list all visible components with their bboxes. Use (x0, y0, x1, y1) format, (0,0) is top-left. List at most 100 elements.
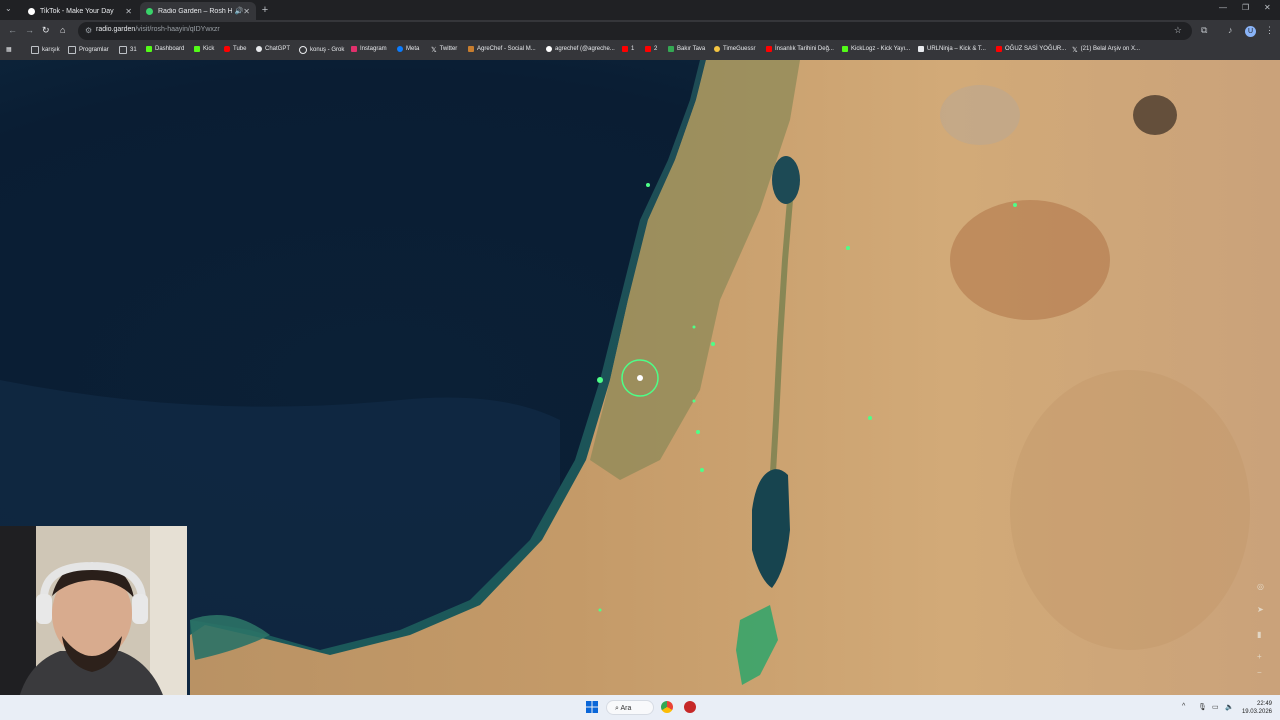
bookmark-item[interactable]: 1 (622, 46, 634, 52)
tab-tiktok[interactable]: TikTok - Make Your Day ✕ (22, 2, 138, 20)
bookmark-folder[interactable]: Programlar (68, 46, 109, 54)
bookmark-item[interactable]: Kick (194, 46, 214, 52)
bookmark-item[interactable]: AgreChef - Social M... (468, 46, 536, 52)
bookmark-item[interactable]: 2 (645, 46, 657, 52)
windows-start-icon[interactable] (586, 701, 598, 713)
app-icon[interactable] (684, 701, 696, 713)
bookmark-item[interactable]: URLNinja – Kick & T... (918, 46, 986, 52)
bookmark-item[interactable]: OĞUZ SASİ YOĞUR... (996, 46, 1066, 52)
zoom-out-icon[interactable]: − (1257, 668, 1262, 677)
favorites-icon[interactable]: ▮ (1257, 630, 1261, 639)
close-icon[interactable]: ✕ (125, 7, 132, 16)
bookmark-item[interactable]: konuş - Grok (299, 46, 344, 54)
zoom-in-icon[interactable]: + (1257, 652, 1262, 661)
kick-icon (146, 46, 152, 52)
extensions-icon[interactable]: ⧉ (1201, 25, 1207, 36)
bookmark-item[interactable]: Instagram (351, 46, 387, 52)
bookmark-folder[interactable]: 31 (119, 46, 137, 54)
avatar[interactable]: U (1245, 26, 1256, 37)
bookmark-label: 31 (130, 47, 137, 53)
volume-icon[interactable]: 🔈 (1225, 703, 1234, 711)
globe-icon[interactable]: ◎ (1257, 582, 1264, 591)
instagram-icon (351, 46, 357, 52)
audio-icon[interactable]: 🔊 (235, 7, 244, 15)
radio-garden-icon (146, 7, 153, 15)
bookmark-item[interactable]: ChatGPT (256, 46, 290, 52)
maximize-icon[interactable]: ❐ (1242, 3, 1249, 12)
radio-garden-map[interactable]: ◎ ➤ ▮ + − (0, 60, 1280, 695)
bookmark-label: 2 (654, 46, 658, 52)
reload-icon[interactable]: ↻ (42, 25, 50, 36)
bookmark-label: OĞUZ SASİ YOĞUR... (1005, 46, 1067, 52)
tab-strip: ⌄ TikTok - Make Your Day ✕ Radio Garden … (0, 0, 1280, 20)
station-dot[interactable] (700, 468, 704, 472)
tab-search-icon[interactable]: ⌄ (5, 4, 12, 13)
media-icon[interactable]: ♪ (1228, 25, 1233, 35)
station-dot[interactable] (692, 325, 696, 329)
forward-icon[interactable]: → (25, 25, 34, 35)
close-icon[interactable]: ✕ (243, 7, 250, 16)
microphone-icon[interactable]: 🎙 (1198, 703, 1207, 711)
selected-station-dot[interactable] (637, 375, 643, 381)
bookmark-item[interactable]: Bakır Tava (668, 46, 705, 52)
station-dot[interactable] (846, 246, 850, 250)
site-info-icon[interactable]: ⚙ (85, 26, 92, 35)
bookmark-label: (21) Belal Arşiv on X... (1080, 46, 1140, 52)
bookmark-label: konuş - Grok (310, 47, 345, 53)
bookmark-item[interactable]: 𝕏 (21) Belal Arşiv on X... (1072, 46, 1140, 54)
sea-of-galilee (772, 156, 800, 204)
youtube-icon (645, 46, 651, 52)
network-icon[interactable]: ▭ (1212, 703, 1219, 711)
back-icon[interactable]: ← (8, 25, 17, 35)
station-dot[interactable] (868, 416, 872, 420)
station-dot[interactable] (598, 608, 602, 612)
grok-icon (299, 46, 307, 54)
search-label: Ara (620, 705, 632, 712)
station-dot[interactable] (646, 183, 650, 187)
search-icon: ⌕ (615, 705, 619, 712)
bookmark-item[interactable]: TimeGuessr (714, 46, 755, 52)
satellite-map[interactable] (0, 60, 1280, 695)
bookmark-label: AgreChef - Social M... (477, 46, 536, 52)
bookmark-label: Tube (233, 46, 247, 52)
bookmark-item[interactable]: İnsanlık Tarihini Değ... (766, 46, 834, 52)
bookmark-label: KickLogz - Kick Yayı... (851, 46, 911, 52)
bookmark-item[interactable]: 𝕏 Twitter (431, 46, 457, 54)
station-dot[interactable] (711, 342, 715, 346)
bookmark-label: agrechef (@agreche... (555, 46, 615, 52)
bookmark-item[interactable]: Dashboard (146, 46, 184, 52)
bookmark-label: Kick (203, 46, 215, 52)
x-icon: 𝕏 (431, 47, 437, 54)
system-clock[interactable]: 22:49 19.03.2026 (1238, 700, 1272, 716)
bookmark-item[interactable]: KickLogz - Kick Yayı... (842, 46, 910, 52)
locate-icon[interactable]: ➤ (1257, 605, 1264, 614)
bookmark-folder[interactable]: karışık (31, 46, 60, 54)
urlninja-icon (918, 46, 924, 52)
bookmark-label: İnsanlık Tarihini Değ... (775, 46, 834, 52)
tab-radio-garden[interactable]: Radio Garden – Rosh Haay 🔊 ✕ (140, 2, 256, 20)
tab-title: TikTok - Make Your Day (40, 7, 114, 15)
bookmark-item[interactable]: Meta (397, 46, 419, 52)
address-bar[interactable]: ⚙ radio.garden/visit/rosh-haayin/qIDYwxz… (78, 22, 1192, 40)
bookmark-item[interactable]: Tube (224, 46, 246, 52)
apps-icon[interactable]: ▦ (6, 46, 12, 53)
chrome-icon[interactable] (661, 701, 673, 713)
home-icon[interactable]: ⌂ (60, 25, 65, 35)
bookmark-label: TimeGuessr (723, 46, 756, 52)
station-dot[interactable] (692, 399, 696, 403)
clock-time: 22:49 (1256, 701, 1272, 707)
station-dot[interactable] (597, 377, 603, 383)
station-dot[interactable] (696, 430, 700, 434)
new-tab-icon[interactable]: + (259, 4, 271, 16)
youtube-icon (622, 46, 628, 52)
kicklogz-icon (842, 46, 848, 52)
close-window-icon[interactable]: ✕ (1264, 3, 1271, 12)
minimize-icon[interactable]: — (1219, 3, 1227, 12)
menu-icon[interactable]: ⋮ (1265, 25, 1274, 36)
chatgpt-icon (256, 46, 262, 52)
bookmark-item[interactable]: agrechef (@agreche... (546, 46, 615, 52)
bookmark-star-icon[interactable]: ☆ (1174, 25, 1182, 36)
taskbar-search[interactable]: ⌕ Ara (606, 700, 654, 715)
station-dot[interactable] (1013, 203, 1017, 207)
tray-chevron-icon[interactable]: ^ (1182, 703, 1185, 710)
